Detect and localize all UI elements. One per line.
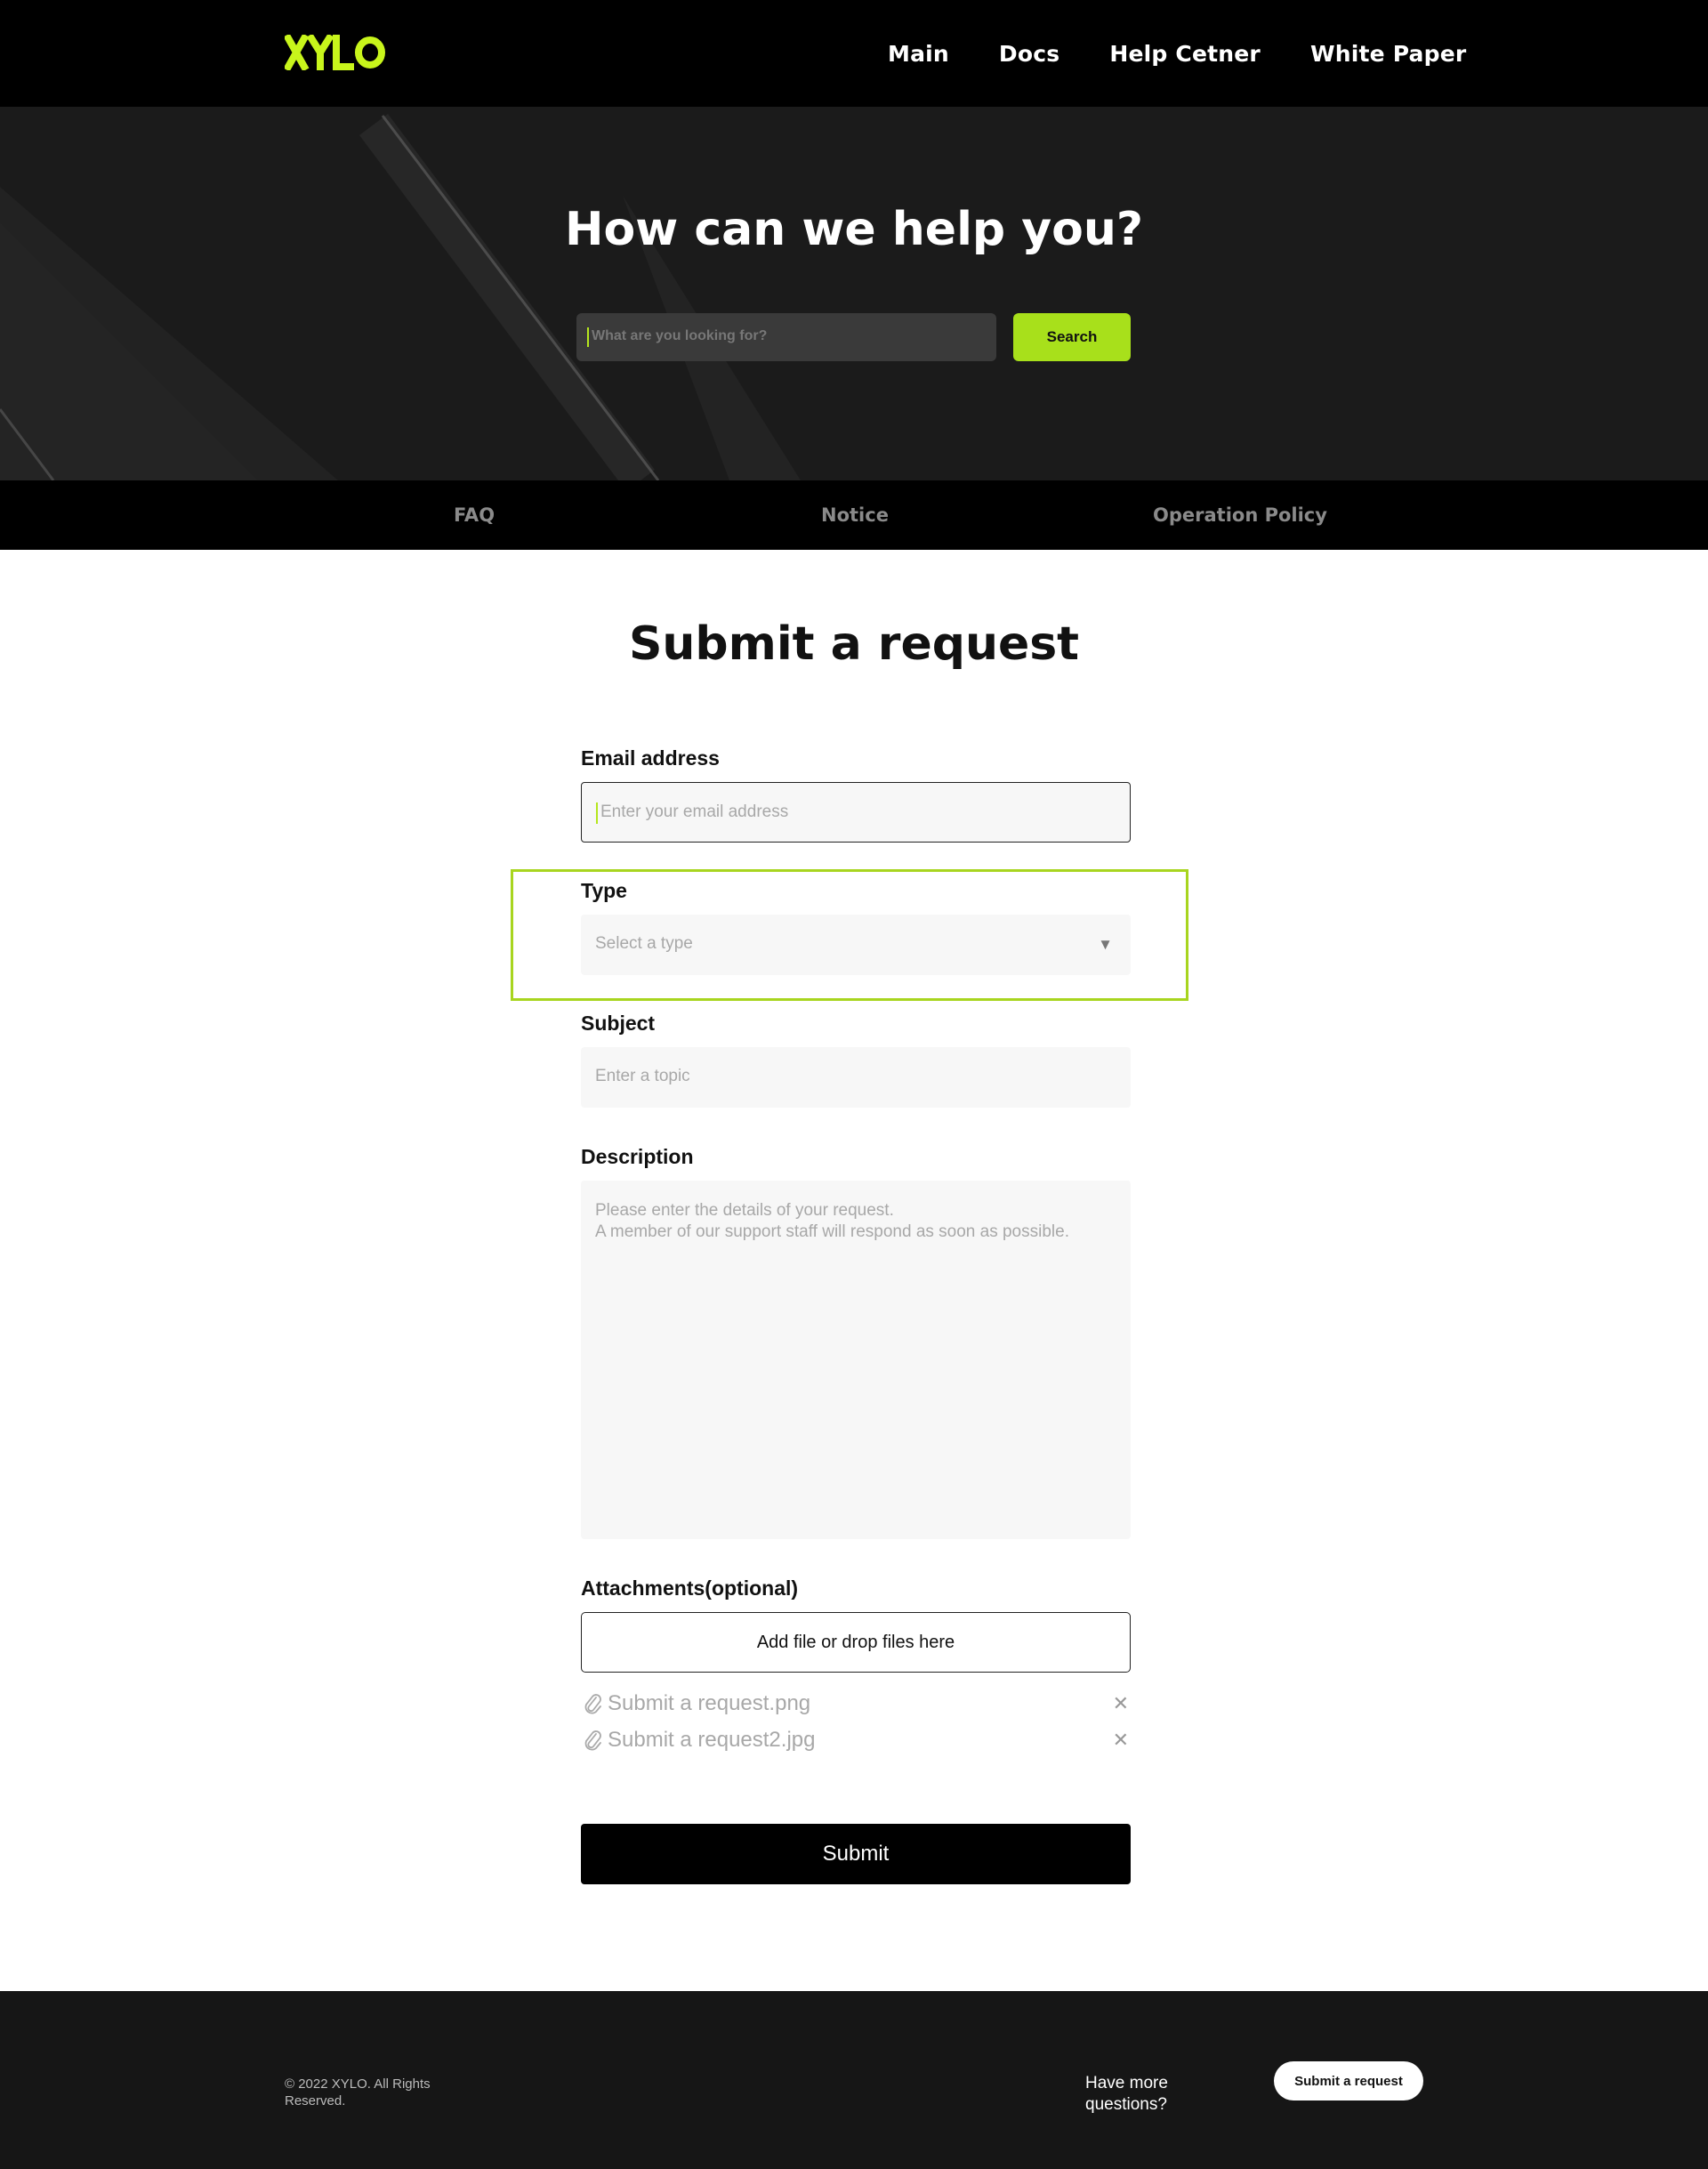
attachment-filename: Submit a request.png: [608, 1691, 811, 1715]
email-label: Email address: [581, 746, 720, 770]
nav-help-center[interactable]: Help Cetner: [1109, 41, 1261, 67]
attachments-label: Attachments(optional): [581, 1576, 799, 1600]
footer-submit-request-button[interactable]: Submit a request: [1274, 2061, 1423, 2100]
type-select[interactable]: Select a type ▼: [581, 915, 1131, 975]
hero-section: How can we help you? What are you lookin…: [0, 107, 1708, 480]
nav-white-paper[interactable]: White Paper: [1310, 41, 1466, 67]
attachment-filename: Submit a request2.jpg: [608, 1728, 816, 1752]
page-title: Submit a request: [628, 617, 1080, 671]
search-placeholder: What are you looking for?: [592, 328, 768, 343]
description-placeholder-line1: Please enter the details of your request…: [595, 1201, 894, 1220]
paperclip-icon: [584, 1694, 601, 1714]
tab-faq[interactable]: FAQ: [454, 480, 495, 550]
footer: © 2022 XYLO. All Rights Reserved. Have m…: [0, 1991, 1708, 2169]
search-button[interactable]: Search: [1013, 313, 1131, 361]
subject-label: Subject: [581, 1012, 656, 1035]
text-caret: [587, 327, 589, 347]
xylo-logo[interactable]: [285, 35, 387, 70]
add-file-button[interactable]: Add file or drop files here: [581, 1612, 1131, 1673]
top-navigation: Main Docs Help Cetner White Paper: [0, 0, 1708, 107]
category-tabs: FAQ Notice Operation Policy: [0, 480, 1708, 550]
type-label: Type: [581, 879, 627, 902]
search-input[interactable]: What are you looking for?: [576, 313, 996, 361]
paperclip-icon: [584, 1730, 601, 1751]
email-placeholder: Enter your email address: [600, 802, 789, 821]
more-questions-text: Have more questions?: [1085, 2074, 1168, 2114]
hero-background: [0, 107, 1708, 480]
remove-attachment-icon[interactable]: ✕: [1113, 1729, 1129, 1752]
description-textarea[interactable]: Please enter the details of your request…: [581, 1181, 1131, 1539]
description-label: Description: [581, 1145, 694, 1168]
dropdown-arrow-icon: ▼: [1098, 936, 1113, 953]
email-field[interactable]: Enter your email address: [581, 782, 1131, 843]
text-caret: [596, 802, 598, 824]
subject-input[interactable]: Enter a topic: [581, 1047, 1131, 1108]
copyright-text: © 2022 XYLO. All Rights Reserved.: [285, 2076, 431, 2109]
attachment-item: Submit a request.png ✕: [581, 1689, 1131, 1719]
main-nav: Main Docs Help Cetner White Paper: [888, 0, 1466, 107]
tab-operation-policy[interactable]: Operation Policy: [1153, 480, 1327, 550]
nav-main[interactable]: Main: [888, 41, 949, 67]
nav-docs[interactable]: Docs: [999, 41, 1059, 67]
description-placeholder-line2: A member of our support staff will respo…: [595, 1222, 1069, 1241]
type-placeholder: Select a type: [595, 934, 693, 953]
hero-title: How can we help you?: [564, 203, 1144, 256]
subject-placeholder: Enter a topic: [595, 1067, 690, 1085]
submit-button[interactable]: Submit: [581, 1824, 1131, 1884]
remove-attachment-icon[interactable]: ✕: [1113, 1692, 1129, 1715]
attachment-item: Submit a request2.jpg ✕: [581, 1725, 1131, 1755]
tab-notice[interactable]: Notice: [821, 480, 889, 550]
